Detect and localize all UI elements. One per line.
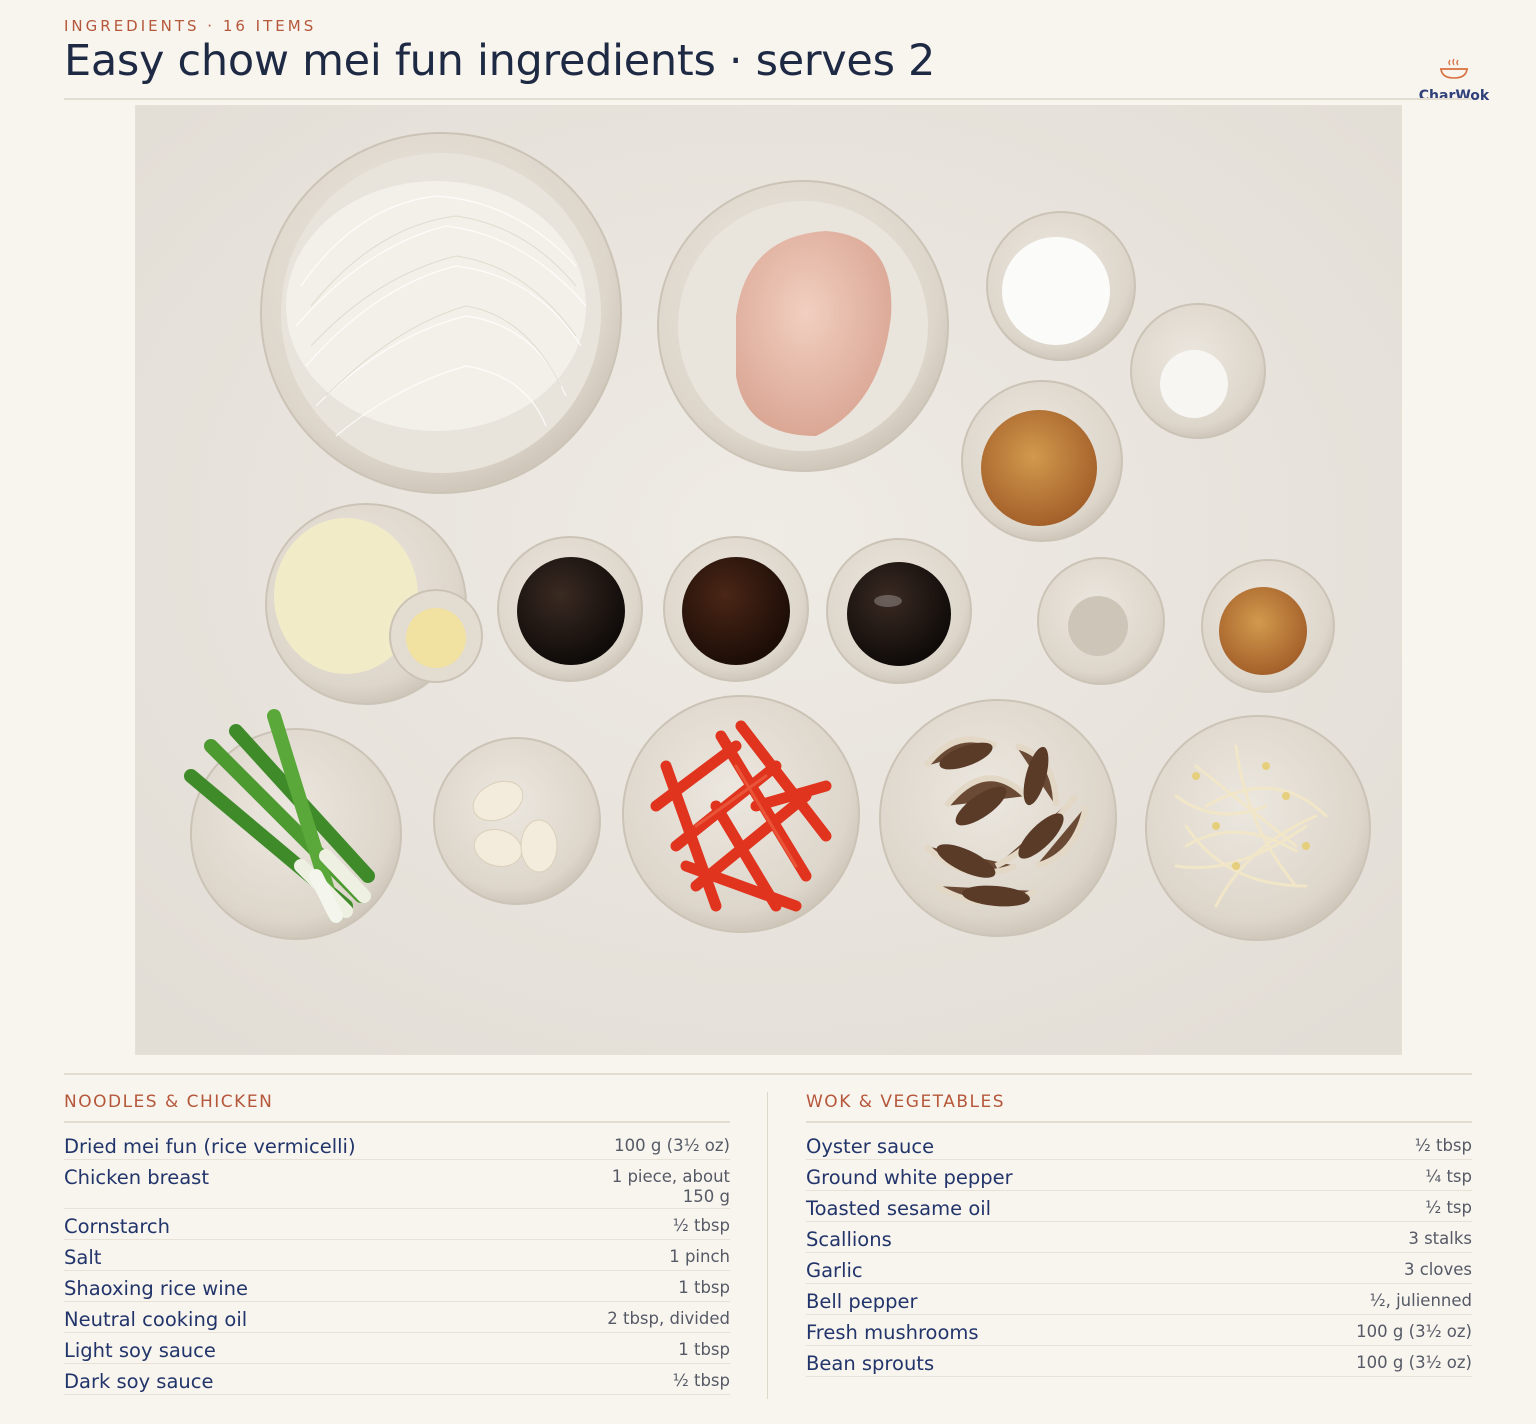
ingredient-quantity: ½ tbsp xyxy=(672,1216,730,1235)
ingredient-quantity: 1 tbsp xyxy=(678,1278,730,1297)
ingredient-quantity: ½, julienned xyxy=(1369,1291,1472,1310)
ingredient-name: Fresh mushrooms xyxy=(806,1321,979,1344)
ingredient-quantity: 3 stalks xyxy=(1408,1229,1472,1248)
ingredient-name: Bean sprouts xyxy=(806,1352,935,1375)
cornstarch-bowl xyxy=(986,211,1136,361)
section-divider xyxy=(64,1073,1472,1075)
list-item: Oyster sauce ½ tbsp xyxy=(806,1123,1472,1160)
ingredient-quantity: ½ tsp xyxy=(1425,1198,1472,1217)
ingredient-quantity: 1 pinch xyxy=(669,1247,730,1266)
list-item: Scallions 3 stalks xyxy=(806,1222,1472,1253)
sesame-oil-bowl xyxy=(1201,559,1335,693)
mushrooms-bowl xyxy=(879,699,1117,937)
ingredient-quantity: 1 tbsp xyxy=(678,1340,730,1359)
ingredient-quantity: 1 piece, about 150 g xyxy=(611,1167,730,1206)
list-item: Light soy sauce 1 tbsp xyxy=(64,1333,730,1364)
ingredient-name: Ground white pepper xyxy=(806,1166,1013,1189)
wok-vegetables-section: WOK & VEGETABLES Oyster sauce ½ tbsp Gro… xyxy=(806,1092,1472,1377)
ingredient-quantity: 3 cloves xyxy=(1403,1260,1472,1279)
ingredient-name: Salt xyxy=(64,1246,102,1269)
oyster-sauce-bowl xyxy=(826,538,972,684)
list-item: Dried mei fun (rice vermicelli) 100 g (3… xyxy=(64,1123,730,1160)
list-item: Dark soy sauce ½ tbsp xyxy=(64,1364,730,1395)
section-heading: WOK & VEGETABLES xyxy=(806,1092,1472,1123)
list-item: Shaoxing rice wine 1 tbsp xyxy=(64,1271,730,1302)
ingredient-name: Garlic xyxy=(806,1259,863,1282)
list-item: Cornstarch ½ tbsp xyxy=(64,1209,730,1240)
list-item: Toasted sesame oil ½ tsp xyxy=(806,1191,1472,1222)
chicken-plate xyxy=(657,180,949,472)
ingredient-quantity: 100 g (3½ oz) xyxy=(614,1136,730,1155)
ingredient-name: Dried mei fun (rice vermicelli) xyxy=(64,1135,356,1158)
ingredient-name: Bell pepper xyxy=(806,1290,918,1313)
ingredient-name: Scallions xyxy=(806,1228,892,1251)
ingredient-name: Neutral cooking oil xyxy=(64,1308,248,1331)
noodles-plate xyxy=(260,132,622,494)
ingredient-quantity: ½ tbsp xyxy=(672,1371,730,1390)
list-item: Neutral cooking oil 2 tbsp, divided xyxy=(64,1302,730,1333)
garlic-bowl xyxy=(433,737,601,905)
ingredient-quantity: ¼ tsp xyxy=(1425,1167,1472,1186)
white-pepper-bowl xyxy=(1037,557,1165,685)
ingredient-name: Cornstarch xyxy=(64,1215,171,1238)
ingredient-quantity: 2 tbsp, divided xyxy=(607,1309,730,1328)
page-title: Easy chow mei fun ingredients · serves 2 xyxy=(64,36,936,86)
salt-bowl xyxy=(1130,303,1266,439)
list-item: Chicken breast 1 piece, about 150 g xyxy=(64,1160,730,1209)
list-item: Garlic 3 cloves xyxy=(806,1253,1472,1284)
ingredient-name: Oyster sauce xyxy=(806,1135,935,1158)
bean-sprouts-bowl xyxy=(1145,715,1371,941)
list-item: Bell pepper ½, julienned xyxy=(806,1284,1472,1315)
light-soy-bowl xyxy=(497,536,643,682)
noodles-chicken-section: NOODLES & CHICKEN Dried mei fun (rice ve… xyxy=(64,1092,730,1395)
ingredient-name: Shaoxing rice wine xyxy=(64,1277,248,1300)
ingredient-name: Chicken breast xyxy=(64,1166,209,1189)
logo-wordmark: CharWok xyxy=(1418,88,1490,104)
dark-soy-bowl xyxy=(663,536,809,682)
header-kicker: INGREDIENTS · 16 ITEMS xyxy=(64,17,317,35)
ingredient-name: Light soy sauce xyxy=(64,1339,216,1362)
ingredient-name: Dark soy sauce xyxy=(64,1370,214,1393)
list-item: Ground white pepper ¼ tsp xyxy=(806,1160,1472,1191)
section-heading: NOODLES & CHICKEN xyxy=(64,1092,730,1123)
ingredient-quantity: 100 g (3½ oz) xyxy=(1356,1353,1472,1372)
steaming-bowl-icon xyxy=(1440,58,1468,79)
list-item: Salt 1 pinch xyxy=(64,1240,730,1271)
bell-pepper-bowl xyxy=(622,695,860,933)
ingredient-quantity: 100 g (3½ oz) xyxy=(1356,1322,1472,1341)
shaoxing-wine-bowl xyxy=(961,380,1123,542)
ingredient-name: Toasted sesame oil xyxy=(806,1197,992,1220)
ingredients-flat-lay-photo xyxy=(135,105,1402,1055)
column-divider xyxy=(767,1092,768,1399)
list-item: Bean sprouts 100 g (3½ oz) xyxy=(806,1346,1472,1377)
ingredient-quantity: ½ tbsp xyxy=(1414,1136,1472,1155)
list-item: Fresh mushrooms 100 g (3½ oz) xyxy=(806,1315,1472,1346)
header-divider xyxy=(64,98,1472,100)
